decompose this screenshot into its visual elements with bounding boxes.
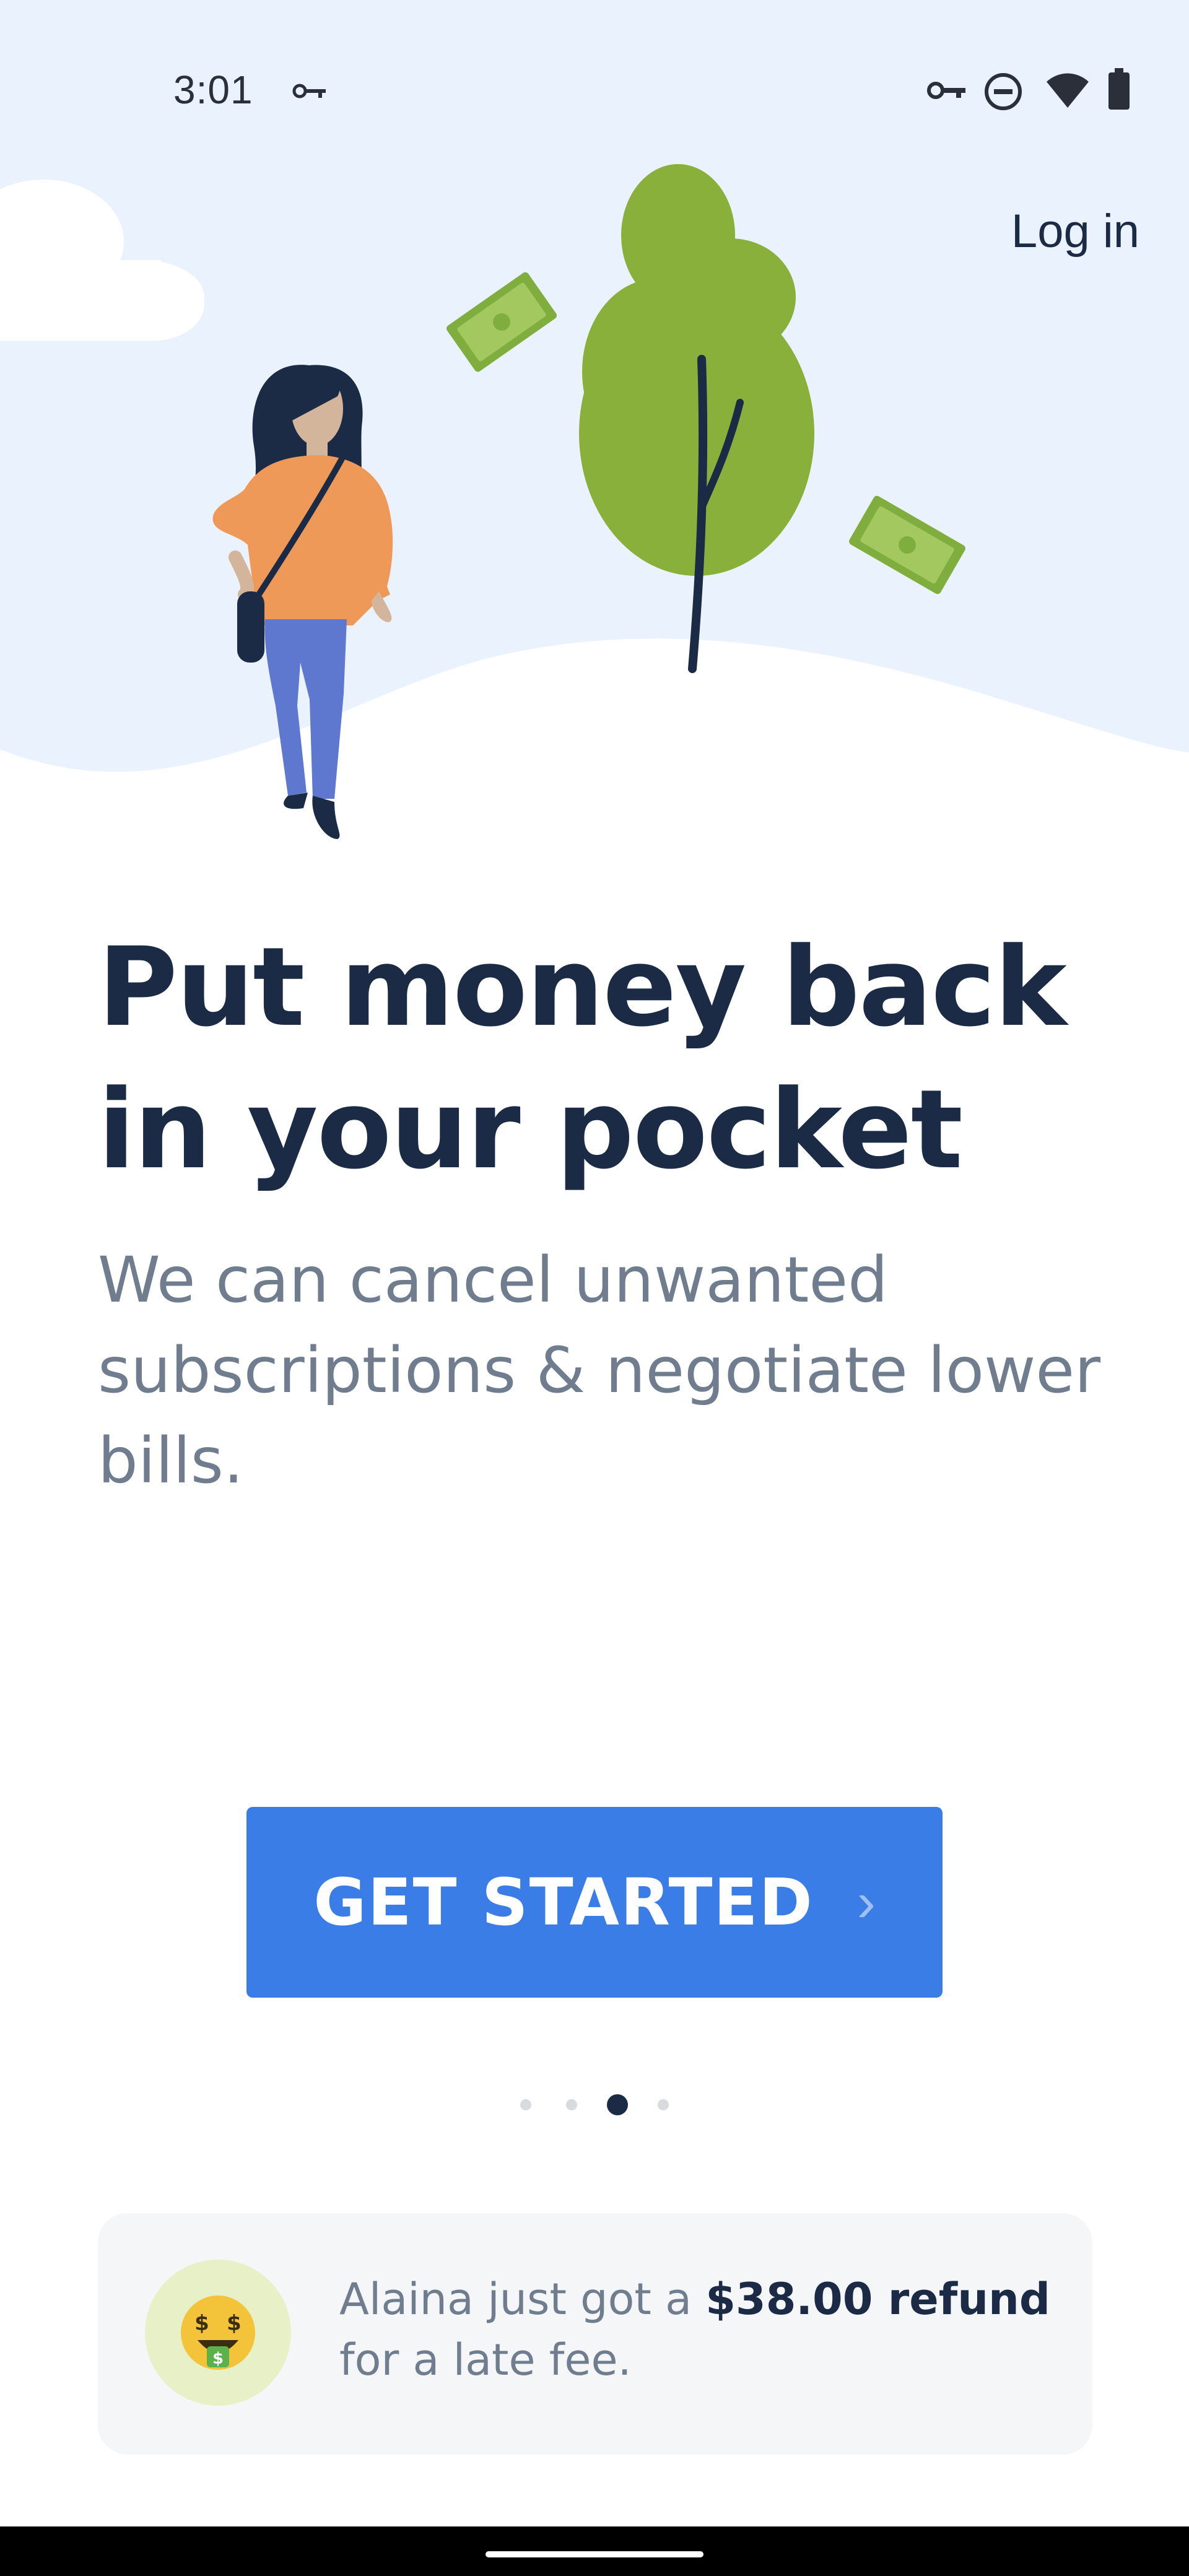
refund-amount: $38.00 refund [705,2274,1050,2325]
status-time: 3:01 [173,67,253,112]
status-bar: 3:01 [0,0,1189,112]
home-gesture-handle[interactable] [486,2551,703,2557]
hero-illustration-svg [0,0,1189,855]
svg-text:$: $ [194,2311,209,2336]
battery-icon [1107,68,1131,113]
pager-dot[interactable] [520,2099,531,2110]
refund-message: Alaina just got a $38.00 refund for a la… [339,2269,1052,2390]
chevron-right-icon: › [856,1871,876,1933]
get-started-label: GET STARTED [313,1865,814,1940]
vpn-key-icon [926,78,966,106]
page-subtitle: We can cancel unwanted subscriptions & n… [98,1243,1101,1498]
pager-indicator [508,2086,694,2123]
refund-message-prefix: Alaina just got a [339,2274,706,2325]
get-started-button[interactable]: GET STARTED › [246,1807,943,1998]
svg-text:$: $ [227,2311,242,2336]
pager-dot-active[interactable] [607,2094,628,2115]
wifi-icon [1045,71,1090,113]
money-mouth-face-icon: $ $ $ [181,2295,255,2370]
pager-dot[interactable] [566,2099,577,2110]
vpn-key-icon [292,80,327,105]
do-not-disturb-icon [983,72,1023,115]
hero-illustration [0,0,1189,855]
page-title: Put money back in your pocket [98,924,1067,1193]
refund-notification-card: $ $ $ Alaina just got a $38.00 refund fo… [98,2213,1092,2455]
refund-message-suffix: for a late fee. [339,2334,632,2385]
pager-dot[interactable] [658,2099,669,2110]
login-link[interactable]: Log in [1011,204,1139,258]
avatar: $ $ $ [145,2260,291,2406]
svg-text:$: $ [212,2349,224,2368]
